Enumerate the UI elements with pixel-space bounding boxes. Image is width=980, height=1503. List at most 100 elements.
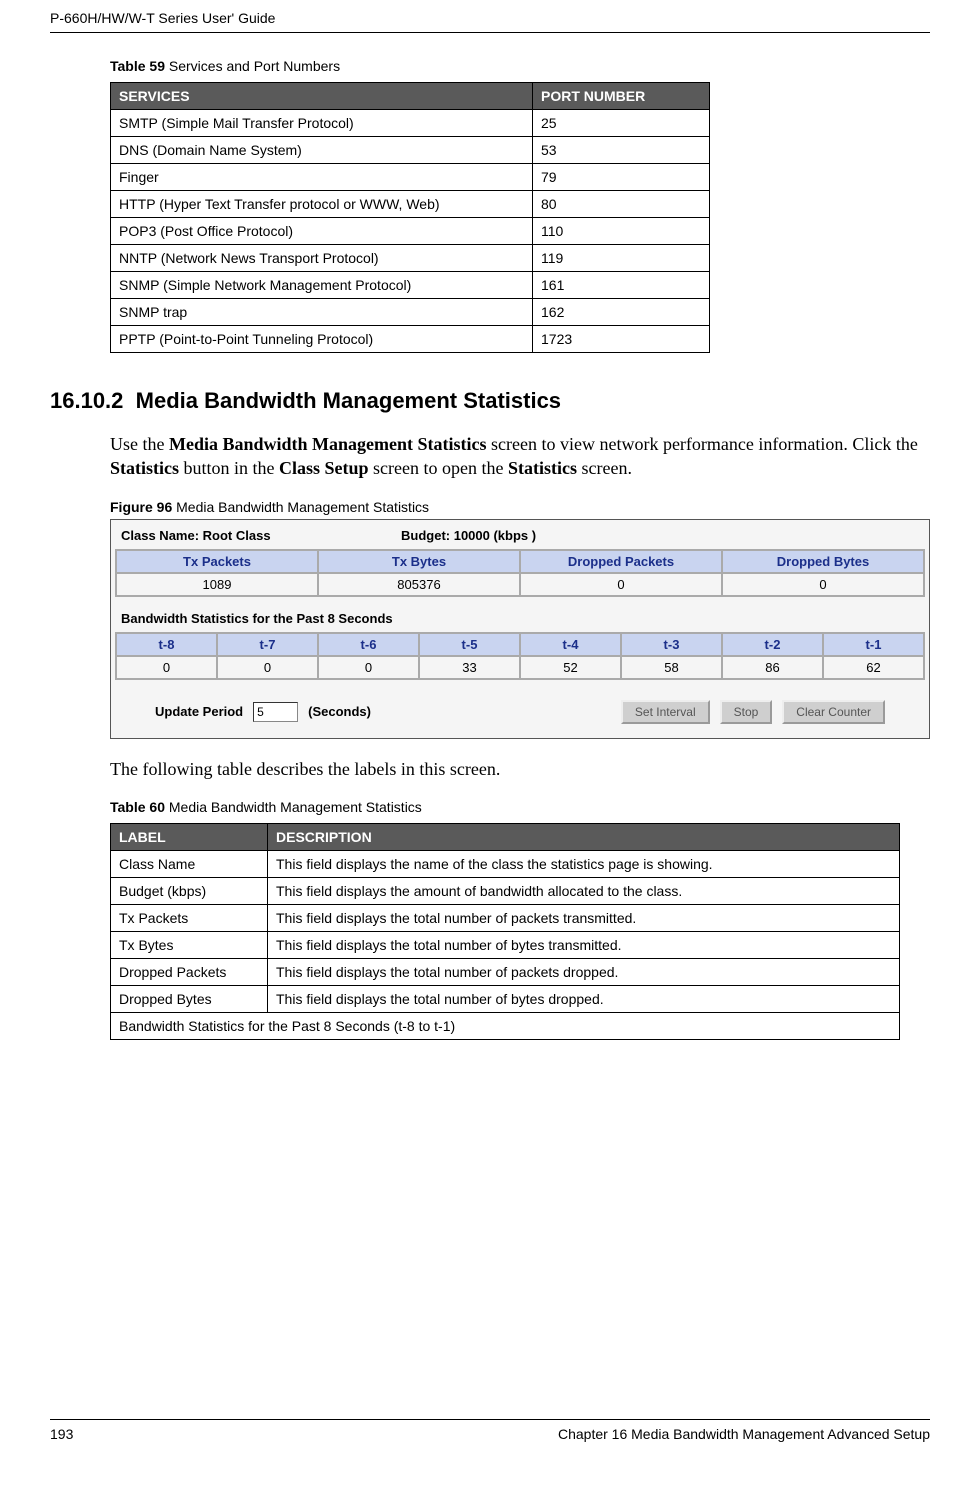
set-interval-button[interactable]: Set Interval (621, 700, 710, 724)
cell: 162 (533, 299, 710, 326)
p-t2: screen to view network performance infor… (487, 434, 918, 454)
table-row: Finger79 (111, 164, 710, 191)
section-heading: 16.10.2 Media Bandwidth Management Stati… (50, 388, 930, 414)
budget-label: Budget: 10000 (kbps ) (401, 528, 536, 543)
figure96-caption-rest: Media Bandwidth Management Statistics (172, 499, 429, 515)
th-t8: t-8 (116, 633, 217, 656)
seconds-label: (Seconds) (308, 704, 371, 719)
cell: HTTP (Hyper Text Transfer protocol or WW… (111, 191, 533, 218)
cell: 53 (533, 137, 710, 164)
cell: NNTP (Network News Transport Protocol) (111, 245, 533, 272)
th-t6: t-6 (318, 633, 419, 656)
cell: SNMP trap (111, 299, 533, 326)
cell: 33 (419, 656, 520, 679)
table-row: Dropped BytesThis field displays the tot… (111, 985, 900, 1012)
th-t5: t-5 (419, 633, 520, 656)
th-t7: t-7 (217, 633, 318, 656)
p-b1: Media Bandwidth Management Statistics (169, 434, 487, 454)
cell: 0 (116, 656, 217, 679)
clear-counter-button[interactable]: Clear Counter (782, 700, 885, 724)
th-services: SERVICES (111, 83, 533, 110)
cell: 58 (621, 656, 722, 679)
th-t3: t-3 (621, 633, 722, 656)
cell: 805376 (318, 573, 520, 596)
th-t2: t-2 (722, 633, 823, 656)
cell: Finger (111, 164, 533, 191)
table60-caption-rest: Media Bandwidth Management Statistics (165, 799, 422, 815)
class-name-label: Class Name: Root Class (121, 528, 401, 543)
table-row: SMTP (Simple Mail Transfer Protocol)25 (111, 110, 710, 137)
figure96-panel: Class Name: Root Class Budget: 10000 (kb… (110, 519, 930, 739)
cell: This field displays the amount of bandwi… (268, 877, 900, 904)
cell: POP3 (Post Office Protocol) (111, 218, 533, 245)
cell: Dropped Packets (111, 958, 268, 985)
table-row: Budget (kbps)This field displays the amo… (111, 877, 900, 904)
update-period-input[interactable]: 5 (253, 702, 298, 722)
cell: This field displays the name of the clas… (268, 850, 900, 877)
table-header-row: Tx Packets Tx Bytes Dropped Packets Drop… (116, 550, 924, 573)
th-description: DESCRIPTION (268, 823, 900, 850)
th-tx-bytes: Tx Bytes (318, 550, 520, 573)
table59: SERVICES PORT NUMBER SMTP (Simple Mail T… (110, 82, 710, 353)
th-label: LABEL (111, 823, 268, 850)
section-number: 16.10.2 (50, 388, 123, 413)
table-row: HTTP (Hyper Text Transfer protocol or WW… (111, 191, 710, 218)
cell: This field displays the total number of … (268, 931, 900, 958)
table-row: Class NameThis field displays the name o… (111, 850, 900, 877)
p-t5: screen. (577, 458, 632, 478)
table-row: 0 0 0 33 52 58 86 62 (116, 656, 924, 679)
p-t3: button in the (179, 458, 279, 478)
table-header-row: LABEL DESCRIPTION (111, 823, 900, 850)
cell: 110 (533, 218, 710, 245)
p-t4: screen to open the (369, 458, 508, 478)
th-port: PORT NUMBER (533, 83, 710, 110)
cell: Tx Packets (111, 904, 268, 931)
table-row: SNMP (Simple Network Management Protocol… (111, 272, 710, 299)
figure96-header-row: Class Name: Root Class Budget: 10000 (kb… (115, 524, 925, 547)
table59-caption: Table 59 Services and Port Numbers (110, 58, 930, 74)
stop-button[interactable]: Stop (720, 700, 773, 724)
cell: DNS (Domain Name System) (111, 137, 533, 164)
update-period-label: Update Period (155, 704, 243, 719)
page-number: 193 (50, 1426, 73, 1442)
p-b4: Statistics (508, 458, 577, 478)
table-row: Bandwidth Statistics for the Past 8 Seco… (111, 1012, 900, 1039)
table-row: Tx PacketsThis field displays the total … (111, 904, 900, 931)
table-row: PPTP (Point-to-Point Tunneling Protocol)… (111, 326, 710, 353)
th-t4: t-4 (520, 633, 621, 656)
cell: This field displays the total number of … (268, 958, 900, 985)
cell: 0 (520, 573, 722, 596)
table-row: 1089 805376 0 0 (116, 573, 924, 596)
after-figure-text: The following table describes the labels… (110, 757, 930, 781)
cell: SMTP (Simple Mail Transfer Protocol) (111, 110, 533, 137)
figure96-caption: Figure 96 Media Bandwidth Management Sta… (110, 499, 930, 515)
figure96-caption-bold: Figure 96 (110, 499, 172, 515)
table-row: POP3 (Post Office Protocol)110 (111, 218, 710, 245)
table-row: SNMP trap162 (111, 299, 710, 326)
chapter-title: Chapter 16 Media Bandwidth Management Ad… (558, 1426, 930, 1442)
figure96-seconds-table: t-8 t-7 t-6 t-5 t-4 t-3 t-2 t-1 0 0 0 33… (115, 632, 925, 680)
cell: 0 (217, 656, 318, 679)
th-dropped-packets: Dropped Packets (520, 550, 722, 573)
doc-header: P-660H/HW/W-T Series User' Guide (50, 10, 930, 33)
cell: Dropped Bytes (111, 985, 268, 1012)
cell: Budget (kbps) (111, 877, 268, 904)
cell: 1723 (533, 326, 710, 353)
table59-caption-bold: Table 59 (110, 58, 165, 74)
cell: 0 (722, 573, 924, 596)
table-row: Tx BytesThis field displays the total nu… (111, 931, 900, 958)
table59-caption-rest: Services and Port Numbers (165, 58, 340, 74)
cell: 79 (533, 164, 710, 191)
p-b2: Statistics (110, 458, 179, 478)
cell: 161 (533, 272, 710, 299)
cell: 52 (520, 656, 621, 679)
table-row: DNS (Domain Name System)53 (111, 137, 710, 164)
cell: 62 (823, 656, 924, 679)
th-t1: t-1 (823, 633, 924, 656)
cell: 1089 (116, 573, 318, 596)
cell: SNMP (Simple Network Management Protocol… (111, 272, 533, 299)
cell: Class Name (111, 850, 268, 877)
cell: 0 (318, 656, 419, 679)
cell-span: Bandwidth Statistics for the Past 8 Seco… (111, 1012, 900, 1039)
table-header-row: SERVICES PORT NUMBER (111, 83, 710, 110)
